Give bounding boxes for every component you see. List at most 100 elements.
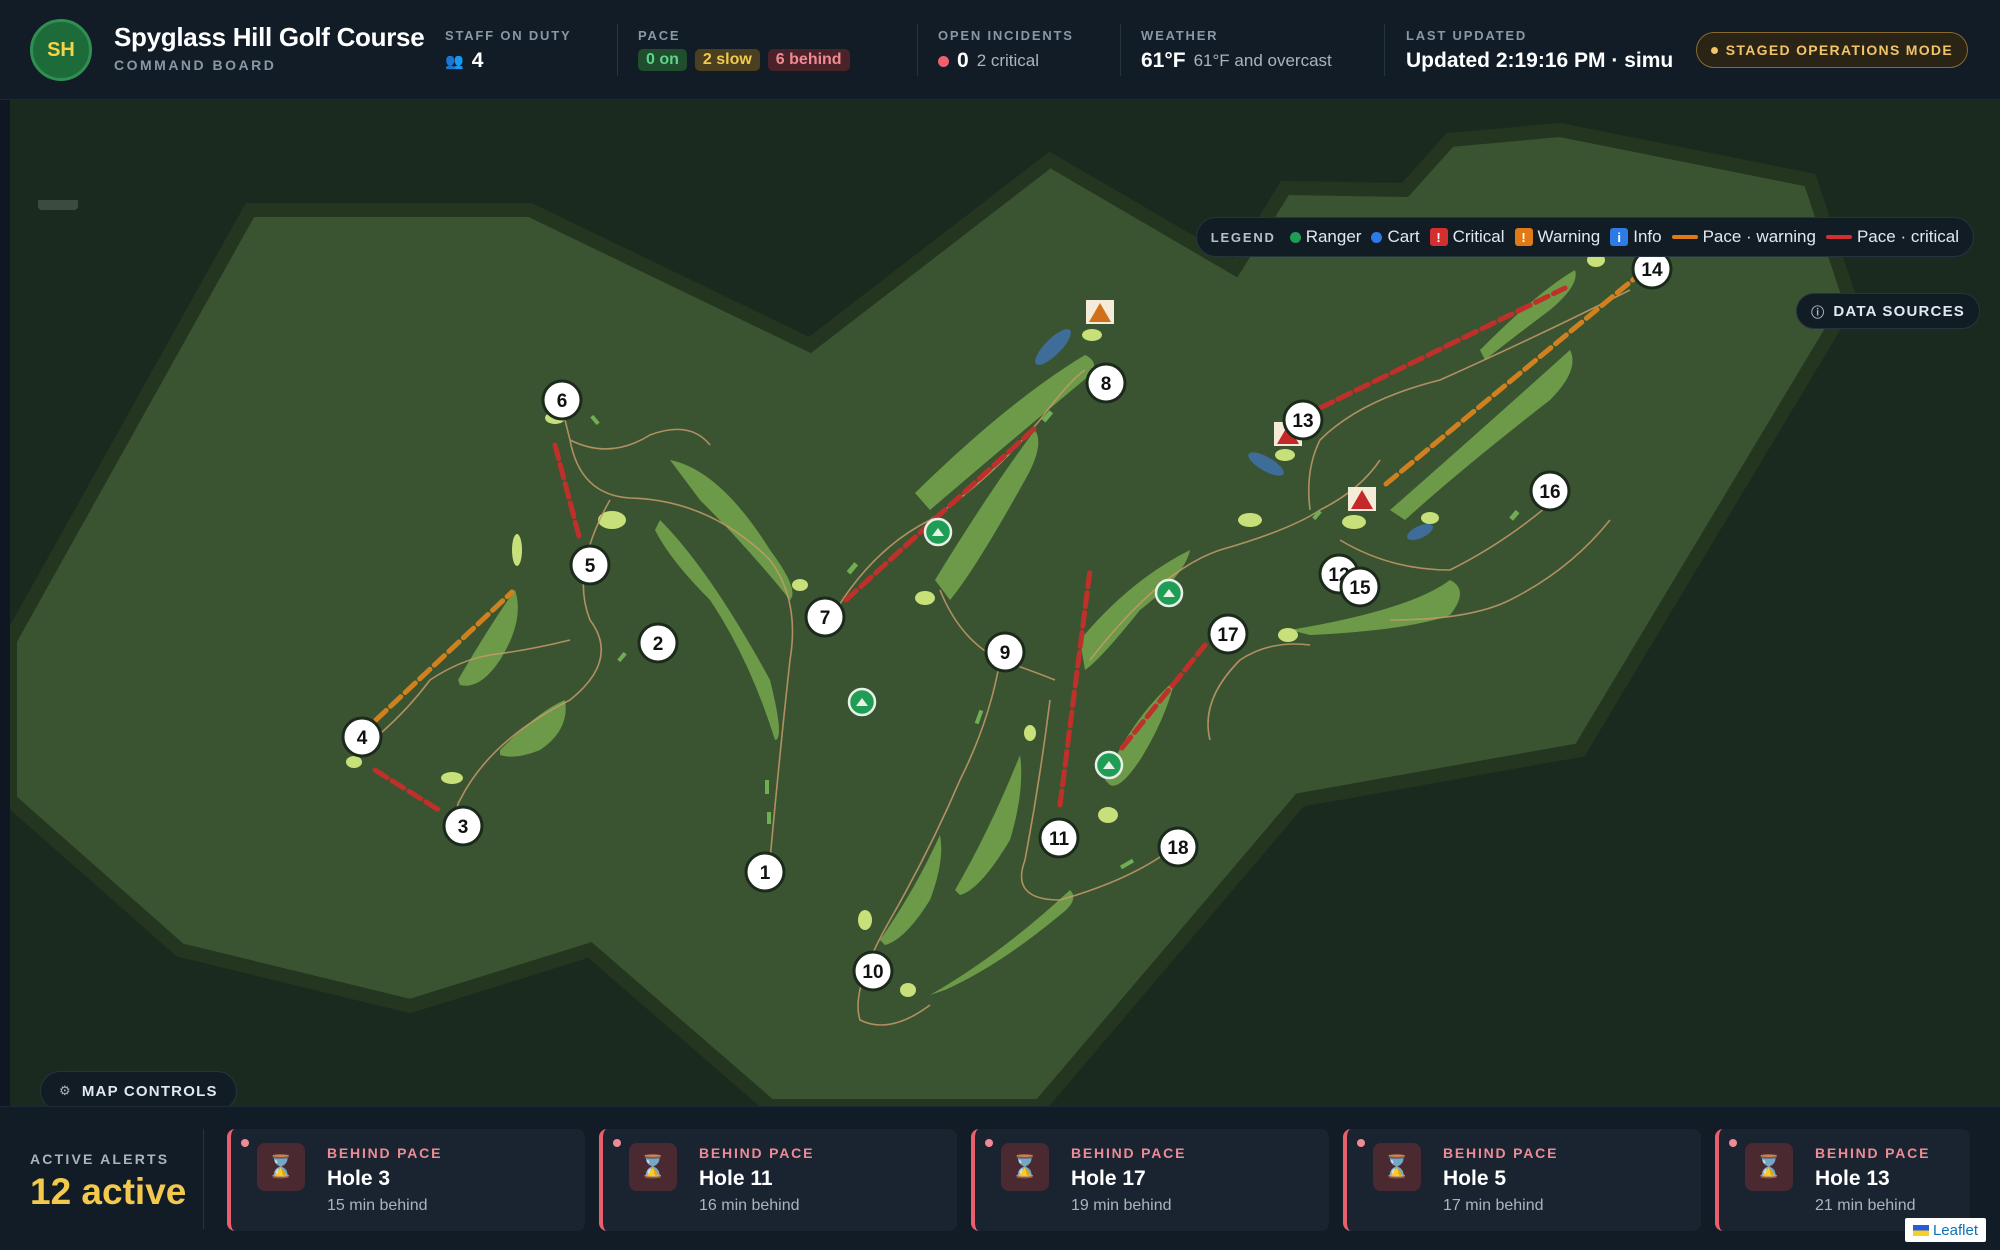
hole-marker-8[interactable]: 8 — [1085, 362, 1127, 404]
green — [1278, 628, 1298, 642]
brand: Spyglass Hill Golf Course COMMAND BOARD — [114, 22, 425, 73]
course-map[interactable]: 1 2 3 4 5 6 7 8 9 10 11 12 13 14 15 16 17 18 LEGEND Range… — [10, 100, 2000, 1106]
map-legend: LEGEND Ranger Cart ! Critical ! Warning iI… — [1195, 217, 1974, 257]
legend-item-pace-warning: Pace · warning — [1671, 227, 1816, 247]
hourglass-icon: ⌛ — [1001, 1143, 1049, 1191]
warning-marker[interactable] — [1086, 300, 1114, 324]
alert-hole: Hole 5 — [1443, 1167, 1507, 1190]
alert-type: BEHIND PACE — [1815, 1145, 1931, 1161]
hole-number: 18 — [1167, 838, 1188, 859]
alert-type: BEHIND PACE — [699, 1145, 815, 1161]
legend-item-cart: Cart — [1371, 227, 1420, 247]
hourglass-icon: ⌛ — [1373, 1143, 1421, 1191]
hole-number: 15 — [1349, 578, 1371, 599]
staff-stat: STAFF ON DUTY 👥 4 — [445, 28, 571, 73]
green — [1238, 513, 1262, 527]
ranger-marker[interactable] — [1154, 578, 1184, 608]
hole-marker-15[interactable]: 15 — [1339, 566, 1381, 608]
ranger-marker[interactable] — [923, 517, 953, 547]
hole-marker-1[interactable]: 1 — [744, 851, 786, 893]
data-sources-button[interactable]: ⓘ DATA SOURCES — [1796, 293, 1980, 329]
ranger-marker[interactable] — [1094, 750, 1124, 780]
hole-number: 16 — [1539, 482, 1560, 503]
alert-card[interactable]: ⌛ BEHIND PACE Hole 11 16 min behind — [599, 1129, 957, 1231]
zoom-control-stub[interactable] — [38, 200, 78, 210]
hole-marker-3[interactable]: 3 — [442, 805, 484, 847]
hole-number: 6 — [557, 391, 568, 412]
hole-number: 4 — [357, 728, 368, 749]
hourglass-icon: ⌛ — [257, 1143, 305, 1191]
alerts-count: 12 active — [30, 1171, 187, 1212]
incidents-stat: OPEN INCIDENTS 0 2 critical — [938, 28, 1074, 73]
hole-marker-6[interactable]: 6 — [541, 379, 583, 421]
weather-label: WEATHER — [1141, 28, 1219, 43]
alert-card[interactable]: ⌛ BEHIND PACE Hole 3 15 min behind — [227, 1129, 585, 1231]
green — [346, 756, 362, 768]
hole-marker-4[interactable]: 4 — [341, 716, 383, 758]
green — [900, 983, 916, 997]
updated-stat: LAST UPDATED Updated 2:19:16 PM · simu — [1406, 28, 1674, 73]
leaflet-attribution[interactable]: Leaflet — [1904, 1218, 1986, 1242]
legend-item-pace-critical: Pace · critical — [1825, 227, 1959, 247]
hole-marker-2[interactable]: 2 — [637, 622, 679, 664]
warning-icon: ! — [1514, 228, 1533, 246]
alert-detail: 21 min behind — [1815, 1197, 1916, 1214]
hole-marker-5[interactable]: 5 — [569, 544, 611, 586]
hole-number: 1 — [760, 863, 771, 884]
hole-number: 8 — [1101, 374, 1112, 395]
operations-mode-button[interactable]: STAGED OPERATIONS MODE — [1695, 32, 1968, 68]
hole-number: 9 — [1000, 643, 1011, 664]
info-circle-icon: ⓘ — [1811, 304, 1826, 320]
hole-marker-17[interactable]: 17 — [1207, 613, 1249, 655]
hole-marker-18[interactable]: 18 — [1157, 826, 1199, 868]
alert-dot-icon — [613, 1139, 621, 1147]
logo-initials: SH — [47, 38, 75, 61]
alert-detail: 19 min behind — [1071, 1197, 1172, 1214]
hole-number: 3 — [458, 817, 469, 838]
alert-type: BEHIND PACE — [327, 1145, 443, 1161]
info-icon: i — [1610, 228, 1629, 246]
pace-label: PACE — [638, 28, 681, 43]
alert-hole: Hole 17 — [1071, 1167, 1146, 1190]
alert-detail: 16 min behind — [699, 1197, 800, 1214]
green — [1342, 515, 1366, 529]
hole-marker-13[interactable]: 13 — [1282, 399, 1324, 441]
green — [792, 579, 808, 591]
hole-marker-10[interactable]: 10 — [852, 950, 894, 992]
legend-item-info: i Info — [1610, 227, 1662, 247]
alert-dot-icon — [985, 1139, 993, 1147]
flag-icon — [1912, 1224, 1929, 1236]
alert-dot-icon — [1357, 1139, 1365, 1147]
hourglass-icon: ⌛ — [1745, 1143, 1793, 1191]
critical-marker[interactable] — [1348, 487, 1376, 511]
hole-marker-16[interactable]: 16 — [1529, 470, 1571, 512]
hole-number: 10 — [862, 962, 883, 983]
green — [858, 910, 872, 930]
hole-marker-11[interactable]: 11 — [1038, 817, 1080, 859]
hole-number: 14 — [1641, 260, 1663, 281]
alerts-summary: ACTIVE ALERTS 12 active — [30, 1151, 186, 1213]
hole-marker-7[interactable]: 7 — [804, 596, 846, 638]
page-subtitle: COMMAND BOARD — [114, 57, 277, 73]
course-logo: SH — [30, 19, 92, 81]
ranger-marker[interactable] — [847, 687, 877, 717]
ranger-dot-icon — [1289, 231, 1301, 243]
staff-label: STAFF ON DUTY — [445, 28, 572, 43]
alert-card[interactable]: ⌛ BEHIND PACE Hole 17 19 min behind — [971, 1129, 1329, 1231]
green — [441, 772, 463, 784]
alert-card[interactable]: ⌛ BEHIND PACE Hole 13 21 min behind — [1715, 1129, 1970, 1231]
hole-number: 17 — [1217, 625, 1238, 646]
pace-critical-line-icon — [1825, 235, 1852, 239]
pace-slow-badge: 2 slow — [694, 49, 760, 71]
hole-number: 2 — [653, 634, 664, 655]
page-title: Spyglass Hill Golf Course — [114, 22, 425, 52]
mode-dot-icon — [1710, 46, 1718, 54]
pace-on-badge: 0 on — [638, 49, 687, 71]
green — [512, 534, 522, 566]
hole-marker-9[interactable]: 9 — [984, 631, 1026, 673]
weather-temp: 61°F — [1141, 49, 1186, 72]
alert-type: BEHIND PACE — [1443, 1145, 1559, 1161]
alert-card[interactable]: ⌛ BEHIND PACE Hole 5 17 min behind — [1343, 1129, 1701, 1231]
data-sources-label: DATA SOURCES — [1833, 302, 1965, 320]
map-controls-button[interactable]: ⚙ MAP CONTROLS — [40, 1071, 237, 1106]
